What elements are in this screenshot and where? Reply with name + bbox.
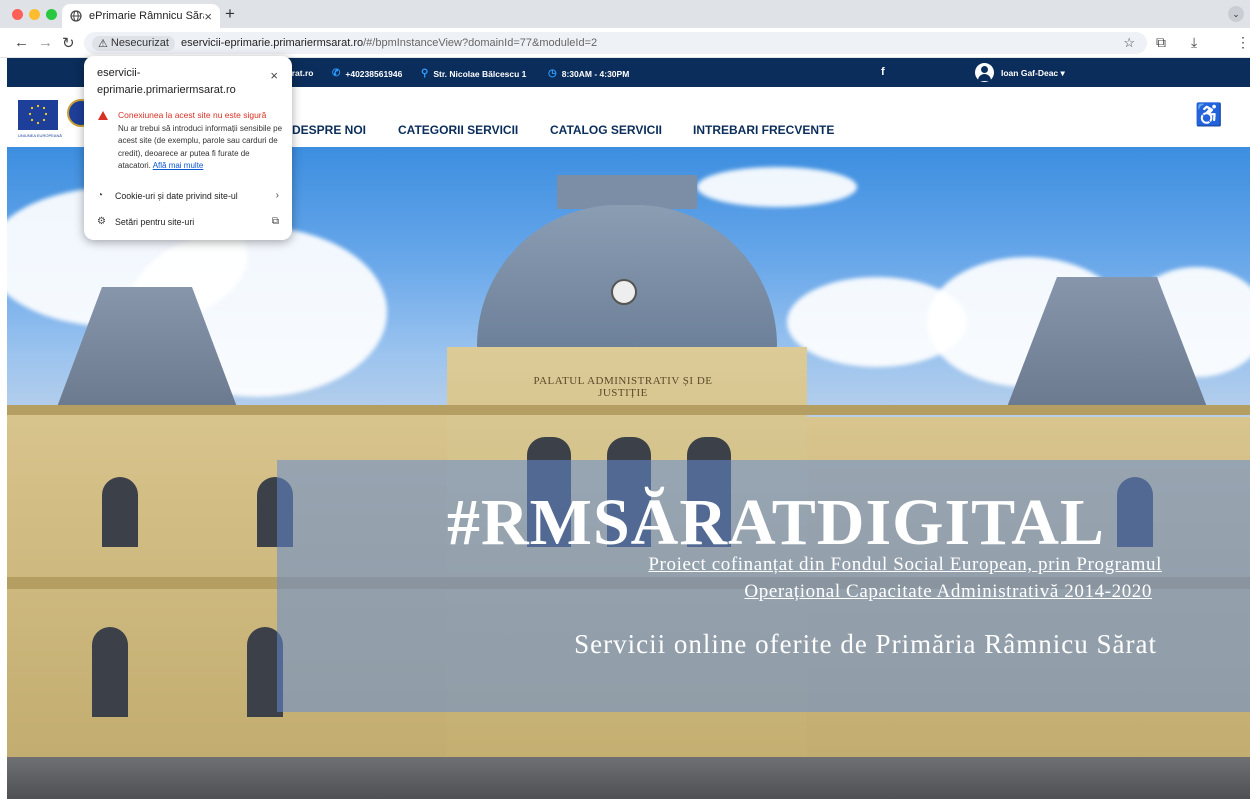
hero-banner: PALATUL ADMINISTRATIV ȘI DE JUSTIȚIE #RM… xyxy=(7,147,1250,799)
accessibility-icon[interactable]: ♿ xyxy=(1195,102,1222,128)
eu-flag-logo: UNIUNEA EUROPEANĂ xyxy=(18,100,62,138)
browser-tab[interactable]: ePrimarie Râmnicu Sărat × xyxy=(62,4,220,28)
cookie-icon: ◔ xyxy=(97,190,104,201)
url-path: /#/bpmInstanceView?domainId=77&moduleId=… xyxy=(363,37,598,49)
forward-icon[interactable]: → xyxy=(38,34,53,51)
back-icon[interactable]: ← xyxy=(14,34,29,51)
address-bar[interactable]: ⚠ Nesecurizat eservicii-eprimarie.primar… xyxy=(84,32,1147,54)
gear-icon: ⚙ xyxy=(97,216,106,227)
site-info-popup: eservicii-eprimarie.primariermsarat.ro ×… xyxy=(84,56,292,240)
hero-subtitle-line2[interactable]: Operațional Capacitate Administrativă 20… xyxy=(467,581,1152,603)
tab-search-icon[interactable]: ⌄ xyxy=(1228,6,1244,22)
warning-icon xyxy=(98,111,108,120)
warning-title: Conexiunea la acest site nu este sigură xyxy=(118,110,267,120)
window xyxy=(92,627,128,717)
cloud xyxy=(697,167,857,207)
chevron-right-icon: › xyxy=(275,190,279,201)
open-external-icon: ⧉ xyxy=(271,216,279,227)
cornice xyxy=(7,405,1250,415)
browser-toolbar: ← → ↻ ⚠ Nesecurizat eservicii-eprimarie.… xyxy=(0,28,1250,58)
window-close-button[interactable] xyxy=(12,9,23,20)
phone-info[interactable]: ✆ +40238561946 xyxy=(332,68,402,79)
facebook-icon[interactable]: f xyxy=(881,66,885,78)
globe-icon xyxy=(70,10,82,22)
warning-icon: ⚠ xyxy=(98,37,108,50)
reload-icon[interactable]: ↻ xyxy=(62,34,75,52)
user-menu[interactable]: Ioan Gaf-Deac ▾ xyxy=(1001,68,1065,79)
clock-icon xyxy=(611,279,637,305)
nav-intrebari-frecvente[interactable]: INTREBARI FRECVENTE xyxy=(693,123,834,137)
eu-caption: UNIUNEA EUROPEANĂ xyxy=(18,133,63,138)
warning-body: Nu ar trebui să introduci informații sen… xyxy=(118,123,284,173)
nav-categorii-servicii[interactable]: CATEGORII SERVICII xyxy=(398,123,518,137)
window-zoom-button[interactable] xyxy=(46,9,57,20)
dome-lantern xyxy=(557,175,697,209)
security-chip-label: Nesecurizat xyxy=(110,37,169,49)
user-avatar-icon[interactable] xyxy=(975,63,994,82)
site-settings-label: Setări pentru site-uri xyxy=(115,216,195,227)
building-inscription: PALATUL ADMINISTRATIV ȘI DE JUSTIȚIE xyxy=(533,375,713,399)
star-icon[interactable]: ☆ xyxy=(1123,35,1135,51)
hours-info: ◷ 8:30AM - 4:30PM xyxy=(548,68,629,79)
hero-subtitle-line1[interactable]: Proiect cofinanțat din Fondul Social Eur… xyxy=(467,554,1162,576)
phone-text: +40238561946 xyxy=(345,68,403,79)
nav-despre-noi[interactable]: DESPRE NOI xyxy=(292,123,366,137)
url-host: eservicii-eprimarie.primariermsarat.ro xyxy=(180,37,364,49)
security-chip[interactable]: ⚠ Nesecurizat xyxy=(92,35,175,51)
menu-icon[interactable]: ⋮ xyxy=(1236,34,1250,51)
clock-icon: ◷ xyxy=(548,68,557,79)
popup-host: eservicii-eprimarie.primariermsarat.ro xyxy=(97,67,236,96)
address-info: ⚲ Str. Nicolae Bălcescu 1 xyxy=(421,68,526,79)
learn-more-link[interactable]: Află mai multe xyxy=(153,161,204,170)
location-icon: ⚲ xyxy=(421,68,429,79)
chevron-down-icon: ▾ xyxy=(1060,68,1065,78)
extensions-icon[interactable]: ⧉ xyxy=(1156,34,1166,51)
hours-text: 8:30AM - 4:30PM xyxy=(561,68,630,79)
hero-title: #RMSĂRATDIGITAL xyxy=(447,486,1105,559)
browser-tab-bar: ePrimarie Râmnicu Sărat × + ⌄ xyxy=(0,0,1250,28)
cookies-label: Cookie-uri și date privind site-ul xyxy=(115,190,238,201)
user-name: Ioan Gaf-Deac xyxy=(1001,68,1059,78)
cookies-row[interactable]: ◔ Cookie-uri și date privind site-ul › xyxy=(97,190,279,201)
site-settings-row[interactable]: ⚙ Setări pentru site-uri ⧉ xyxy=(97,216,279,227)
address-text: Str. Nicolae Bălcescu 1 xyxy=(433,68,527,79)
close-icon[interactable]: × xyxy=(270,68,278,83)
hero-tagline: Servicii online oferite de Primăria Râmn… xyxy=(574,629,1157,659)
new-tab-button[interactable]: + xyxy=(225,4,235,24)
window xyxy=(102,477,138,547)
window-minimize-button[interactable] xyxy=(29,9,40,20)
phone-icon: ✆ xyxy=(332,68,341,79)
tab-title: ePrimarie Râmnicu Sărat xyxy=(89,10,205,22)
download-icon[interactable]: ⤓ xyxy=(1191,34,1197,51)
tab-close-button[interactable]: × xyxy=(204,9,212,24)
nav-catalog-servicii[interactable]: CATALOG SERVICII xyxy=(550,123,662,137)
street xyxy=(7,757,1250,799)
